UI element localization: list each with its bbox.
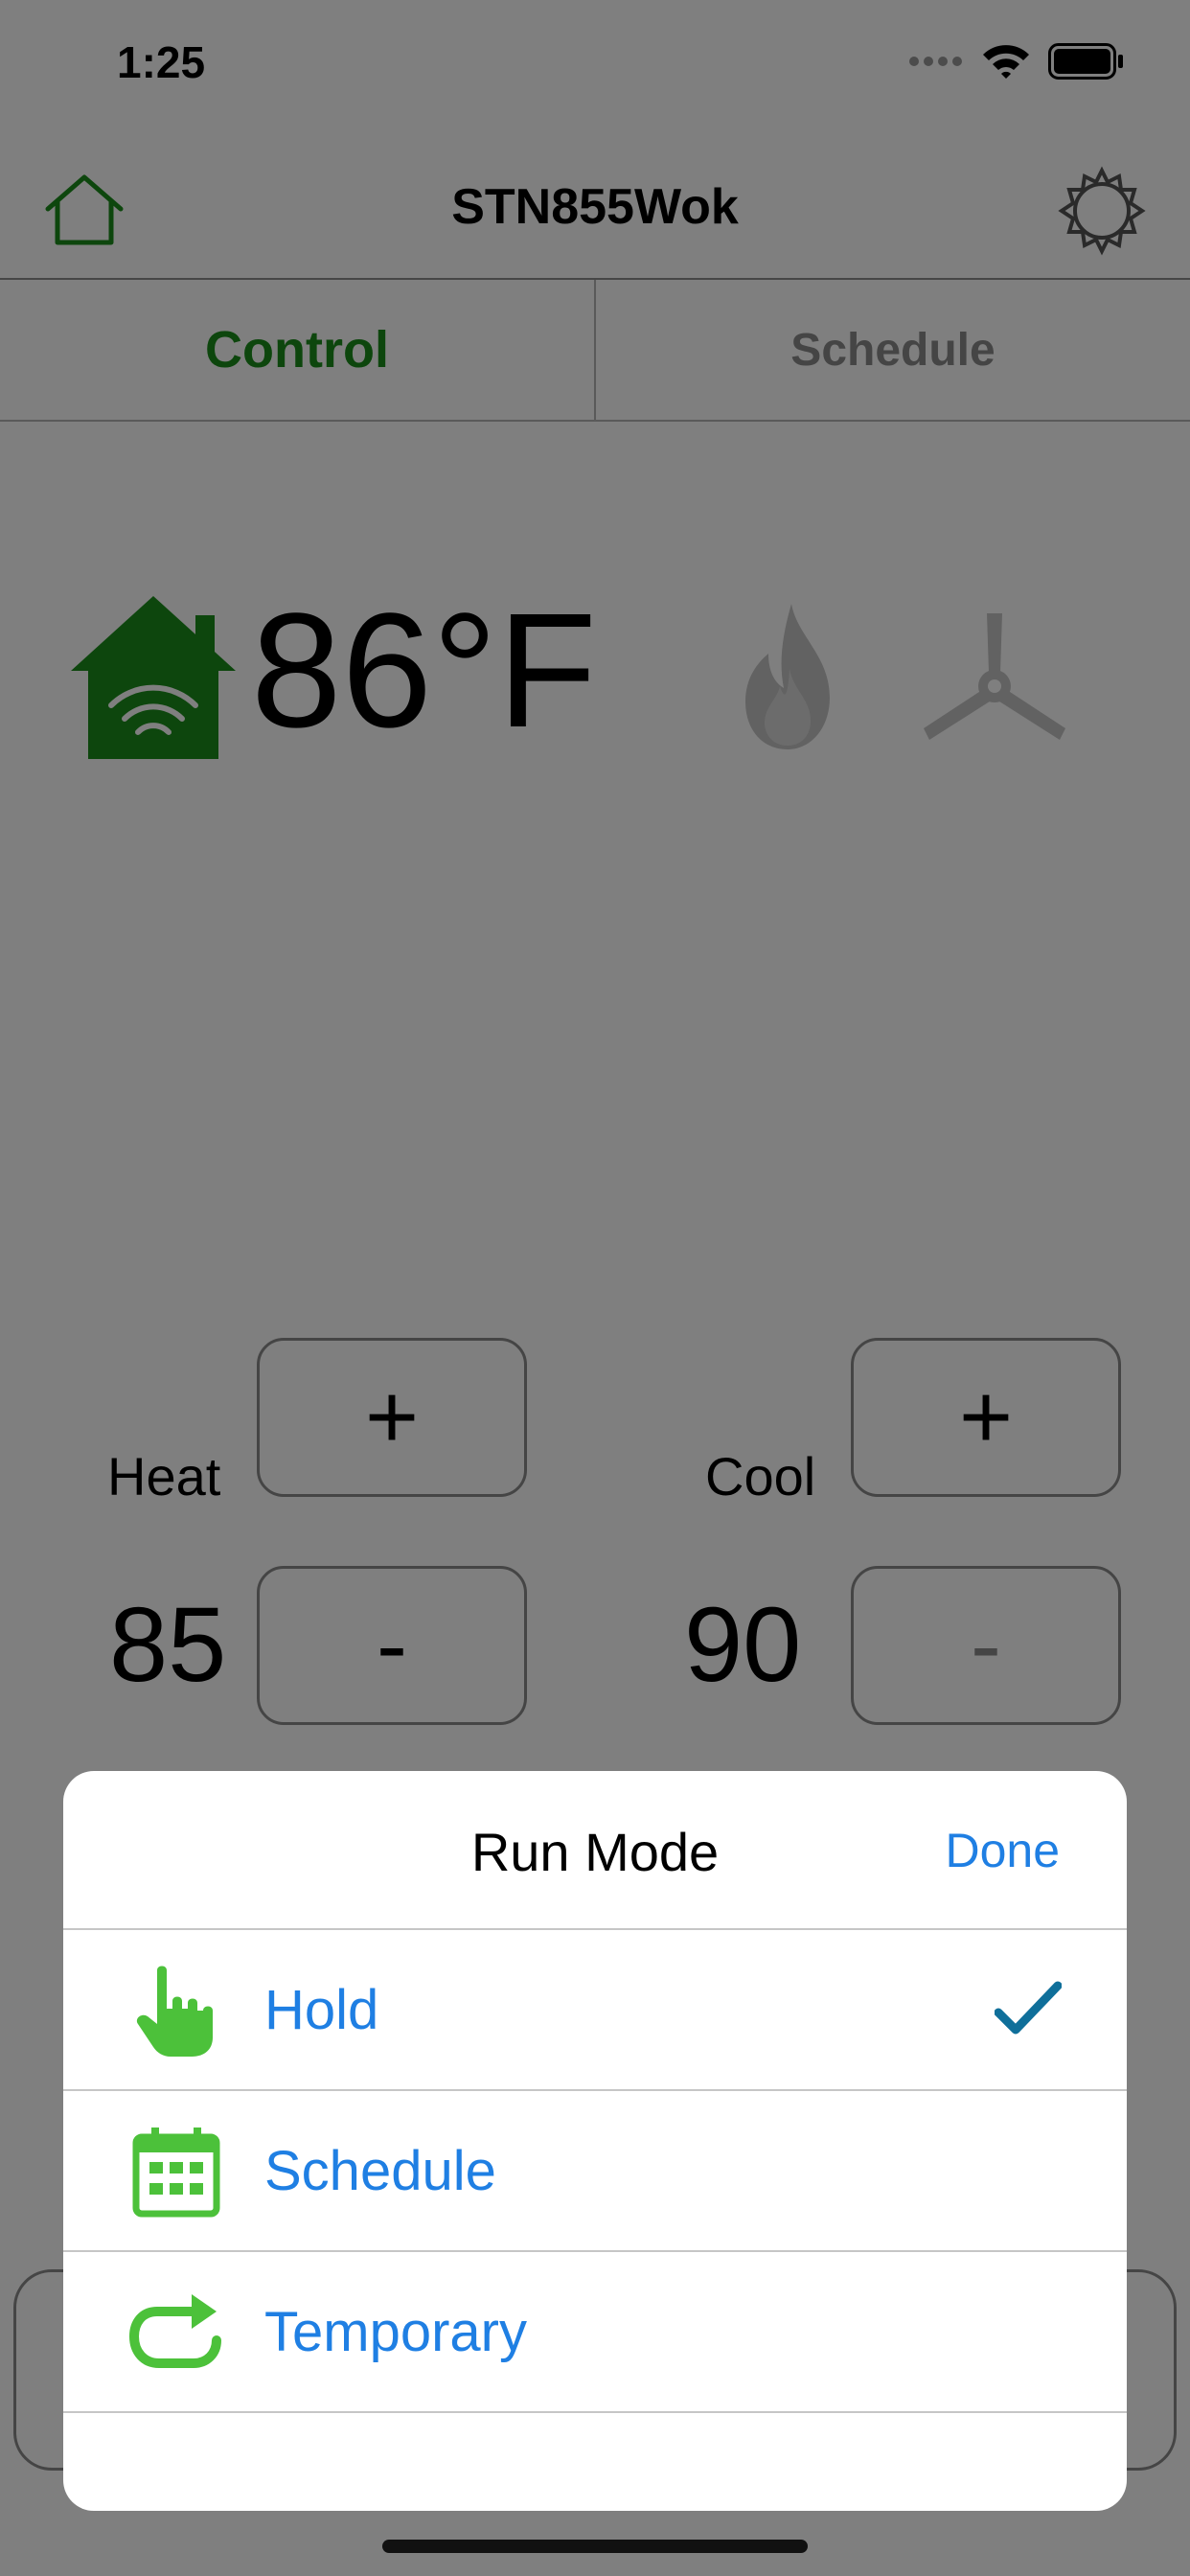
run-mode-option-temporary[interactable]: Temporary — [63, 2252, 1127, 2413]
home-indicator — [382, 2540, 808, 2553]
done-button[interactable]: Done — [945, 1823, 1060, 1878]
option-label: Hold — [264, 1979, 379, 2041]
option-label: Temporary — [264, 2301, 527, 2363]
run-mode-option-hold[interactable]: Hold — [63, 1930, 1127, 2091]
option-label: Schedule — [264, 2140, 496, 2202]
checkmark-icon — [995, 1981, 1062, 2035]
calendar-icon — [132, 2128, 220, 2218]
sheet-header: Run Mode Done — [63, 1771, 1127, 1930]
repeat-arrow-icon — [128, 2294, 221, 2368]
run-mode-sheet: Run Mode Done Hold Schedule Temporary — [63, 1771, 1127, 2511]
run-mode-option-schedule[interactable]: Schedule — [63, 2091, 1127, 2252]
hand-pointer-icon — [136, 1966, 213, 2057]
